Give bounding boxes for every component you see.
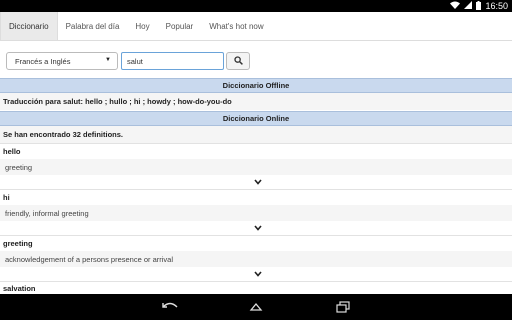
search-row: Francés a Inglés ▼	[0, 41, 512, 78]
chevron-down-icon	[253, 224, 262, 233]
tab-diccionario[interactable]: Diccionario	[0, 12, 58, 40]
search-input[interactable]	[121, 52, 224, 70]
online-section-header: Diccionario Online	[0, 111, 512, 126]
search-icon	[233, 52, 243, 70]
tab-hoy[interactable]: Hoy	[127, 12, 157, 40]
status-bar: 16:50	[0, 0, 512, 12]
search-button[interactable]	[226, 52, 250, 70]
signal-icon	[464, 1, 473, 11]
offline-section-header: Diccionario Offline	[0, 78, 512, 93]
results-count: Se han encontrado 32 definitions.	[0, 126, 512, 143]
back-icon[interactable]	[160, 299, 180, 315]
entry-definition: friendly, informal greeting	[0, 205, 512, 221]
tab-whats-hot-now[interactable]: What's hot now	[201, 12, 271, 40]
entry-definition: acknowledgement of a persons presence or…	[0, 251, 512, 267]
expand-button[interactable]	[0, 267, 512, 281]
app-root: 16:50 Diccionario Palabra del día Hoy Po…	[0, 0, 512, 320]
entry-word: hello	[0, 144, 512, 159]
entry-word: hi	[0, 190, 512, 205]
tab-bar: Diccionario Palabra del día Hoy Popular …	[0, 12, 512, 41]
recents-icon[interactable]	[333, 299, 353, 315]
clock: 16:50	[485, 1, 508, 11]
entry-word: greeting	[0, 236, 512, 251]
entry-definition: greeting	[0, 159, 512, 175]
offline-translation: Traducción para salut: hello ; hullo ; h…	[0, 93, 512, 110]
chevron-down-icon	[253, 270, 262, 279]
caret-down-icon: ▼	[105, 57, 111, 63]
navigation-bar	[0, 294, 512, 320]
tab-popular[interactable]: Popular	[158, 12, 202, 40]
expand-button[interactable]	[0, 221, 512, 235]
status-icons: 16:50	[450, 0, 508, 12]
wifi-icon	[450, 1, 461, 11]
language-select-value: Francés a Inglés	[15, 56, 71, 66]
chevron-down-icon	[253, 178, 262, 187]
expand-button[interactable]	[0, 175, 512, 189]
home-icon[interactable]	[246, 299, 266, 315]
tab-palabra-del-dia[interactable]: Palabra del día	[58, 12, 128, 40]
language-select[interactable]: Francés a Inglés ▼	[6, 52, 118, 70]
battery-icon	[476, 0, 482, 12]
